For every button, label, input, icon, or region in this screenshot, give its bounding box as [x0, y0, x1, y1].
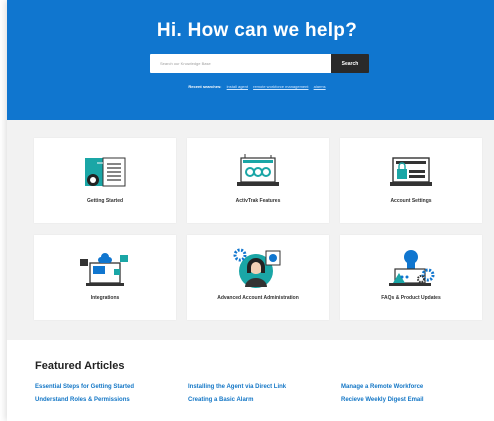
search-bar: Search [150, 54, 369, 73]
category-label: FAQs & Product Updates [381, 295, 441, 301]
category-label: Advanced Account Administration [217, 295, 299, 301]
category-label: Integrations [90, 295, 120, 301]
faqs-icon [389, 250, 435, 286]
category-card-faqs-product-updates[interactable]: FAQs & Product Updates [340, 235, 482, 320]
category-card-integrations[interactable]: Integrations [34, 235, 176, 320]
recent-searches-label: Recent searches: [188, 84, 222, 89]
featured-articles-section: Featured Articles Essential Steps for Ge… [7, 340, 494, 421]
getting-started-icon [85, 157, 126, 187]
category-card-advanced-admin[interactable]: Advanced Account Administration [187, 235, 329, 320]
recent-search-link[interactable]: alarms [314, 84, 326, 89]
category-card-activtrak-features[interactable]: ActivTrak Features [187, 138, 329, 223]
category-label: Account Settings [390, 198, 432, 204]
features-icon [237, 154, 279, 186]
recent-searches: Recent searches: install agent remote wo… [7, 84, 494, 89]
integrations-icon [80, 253, 128, 286]
account-settings-icon [390, 157, 432, 186]
category-label: ActivTrak Features [235, 198, 281, 204]
article-link[interactable]: Manage a Remote Workforce [341, 384, 423, 390]
search-input[interactable] [150, 54, 331, 73]
hero-banner: Hi. How can we help? Search Recent searc… [7, 0, 494, 120]
help-center-page: Hi. How can we help? Search Recent searc… [7, 0, 494, 421]
article-link[interactable]: Essential Steps for Getting Started [35, 384, 134, 390]
category-card-account-settings[interactable]: Account Settings [340, 138, 482, 223]
article-link[interactable]: Installing the Agent via Direct Link [188, 384, 286, 390]
recent-search-link[interactable]: install agent [227, 84, 248, 89]
advanced-admin-icon [233, 248, 281, 288]
category-label: Getting Started [86, 198, 124, 204]
article-link[interactable]: Understand Roles & Permissions [35, 397, 130, 403]
recent-search-link[interactable]: remote workforce management [253, 84, 308, 89]
category-card-getting-started[interactable]: Getting Started [34, 138, 176, 223]
hero-title: Hi. How can we help? [156, 20, 358, 41]
featured-articles-title: Featured Articles [35, 360, 125, 372]
search-button[interactable]: Search [331, 54, 369, 73]
article-link[interactable]: Creating a Basic Alarm [188, 397, 253, 403]
article-link[interactable]: Recieve Weekly Digest Email [341, 397, 424, 403]
